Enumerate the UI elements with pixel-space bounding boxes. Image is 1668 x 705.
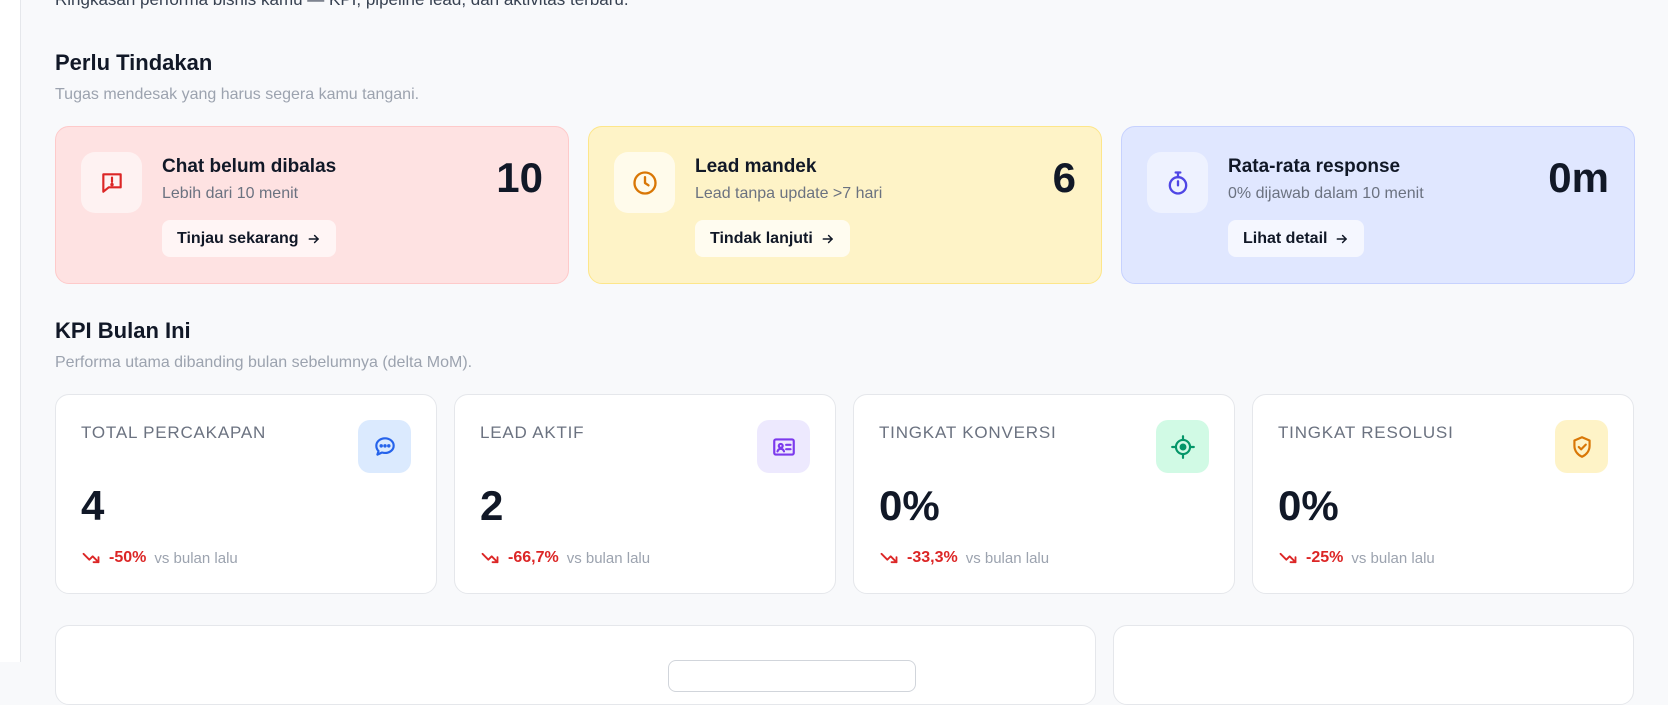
kpi-delta-value: -33,3% [907,549,958,566]
shield-check-icon [1555,420,1608,473]
arrow-right-icon [822,234,833,243]
action-card-description: 0% dijawab dalam 10 menit [1228,185,1424,202]
button-label: Tindak lanjuti [710,229,813,247]
chat-bubble-icon [358,420,411,473]
arrow-right-icon [1337,234,1348,243]
trending-down-icon [82,552,100,564]
trending-down-icon [481,552,499,564]
kpi-section-subtitle: Performa utama dibanding bulan sebelumny… [55,354,473,371]
action-card-count: 6 [1052,154,1076,201]
panel-tab-switcher[interactable] [668,660,916,692]
kpi-delta-reference: vs bulan lalu [154,549,238,567]
activity-panel [1113,625,1634,705]
action-card-title: Lead mandek [695,156,817,177]
page-description: Ringkasan performa bisnis kamu — KPI, pi… [55,0,629,10]
view-detail-button[interactable]: Lihat detail [1228,220,1365,257]
pipeline-panel [55,625,1096,705]
arrow-right-icon [308,234,319,243]
kpi-delta: -66,7% vs bulan lalu [480,548,650,568]
kpi-delta-value: -25% [1306,549,1344,566]
kpi-delta: -25% vs bulan lalu [1278,548,1435,568]
kpi-delta-reference: vs bulan lalu [566,549,651,567]
action-card-description: Lead tanpa update >7 hari [695,185,883,202]
follow-up-button[interactable]: Tindak lanjuti [695,220,850,257]
action-card-title: Rata-rata response [1228,156,1401,177]
kpi-delta-reference: vs bulan lalu [965,549,1050,567]
kpi-card-total-conversations: TOTAL PERCAKAPAN 4 -50% vs bulan lalu [55,394,437,594]
action-card-count: 10 [496,154,543,201]
kpi-delta-value: -66,7% [508,549,559,566]
kpi-label: LEAD AKTIF [480,423,585,442]
action-card-unanswered-chat: Chat belum dibalas Lebih dari 10 menit T… [55,126,569,284]
target-icon [1156,420,1209,473]
alert-chat-icon [81,152,142,213]
kpi-value: 0% [879,482,940,529]
kpi-delta-reference: vs bulan lalu [1351,549,1435,567]
sidebar-edge [0,0,21,662]
action-section-title: Perlu Tindakan [55,50,213,75]
action-section-subtitle: Tugas mendesak yang harus segera kamu ta… [55,86,420,103]
clock-icon [614,152,675,213]
kpi-card-resolution-rate: TINGKAT RESOLUSI 0% -25% vs bulan lalu [1252,394,1634,594]
kpi-label: TINGKAT KONVERSI [879,423,1057,442]
kpi-label: TINGKAT RESOLUSI [1278,423,1454,442]
kpi-value: 2 [480,482,504,529]
review-now-button[interactable]: Tinjau sekarang [162,220,336,257]
kpi-delta-value: -50% [109,549,147,566]
kpi-value: 0% [1278,482,1339,529]
action-card-title: Chat belum dibalas [162,156,337,177]
kpi-card-active-leads: LEAD AKTIF 2 -66,7% vs bulan lalu [454,394,836,594]
button-label: Tinjau sekarang [177,229,299,247]
kpi-delta: -50% vs bulan lalu [81,548,238,568]
kpi-section-title: KPI Bulan Ini [55,318,191,343]
contact-card-icon [757,420,810,473]
stopwatch-icon [1147,152,1208,213]
trending-down-icon [1279,552,1297,564]
action-card-count: 0m [1548,154,1609,201]
kpi-delta: -33,3% vs bulan lalu [879,548,1049,568]
action-card-description: Lebih dari 10 menit [162,185,299,202]
button-label: Lihat detail [1243,229,1328,247]
action-card-stalled-leads: Lead mandek Lead tanpa update >7 hari Ti… [588,126,1102,284]
kpi-card-conversion-rate: TINGKAT KONVERSI 0% -33,3% vs bulan lalu [853,394,1235,594]
action-card-response-time: Rata-rata response 0% dijawab dalam 10 m… [1121,126,1635,284]
kpi-label: TOTAL PERCAKAPAN [81,423,267,442]
kpi-value: 4 [81,482,105,529]
trending-down-icon [880,552,898,564]
